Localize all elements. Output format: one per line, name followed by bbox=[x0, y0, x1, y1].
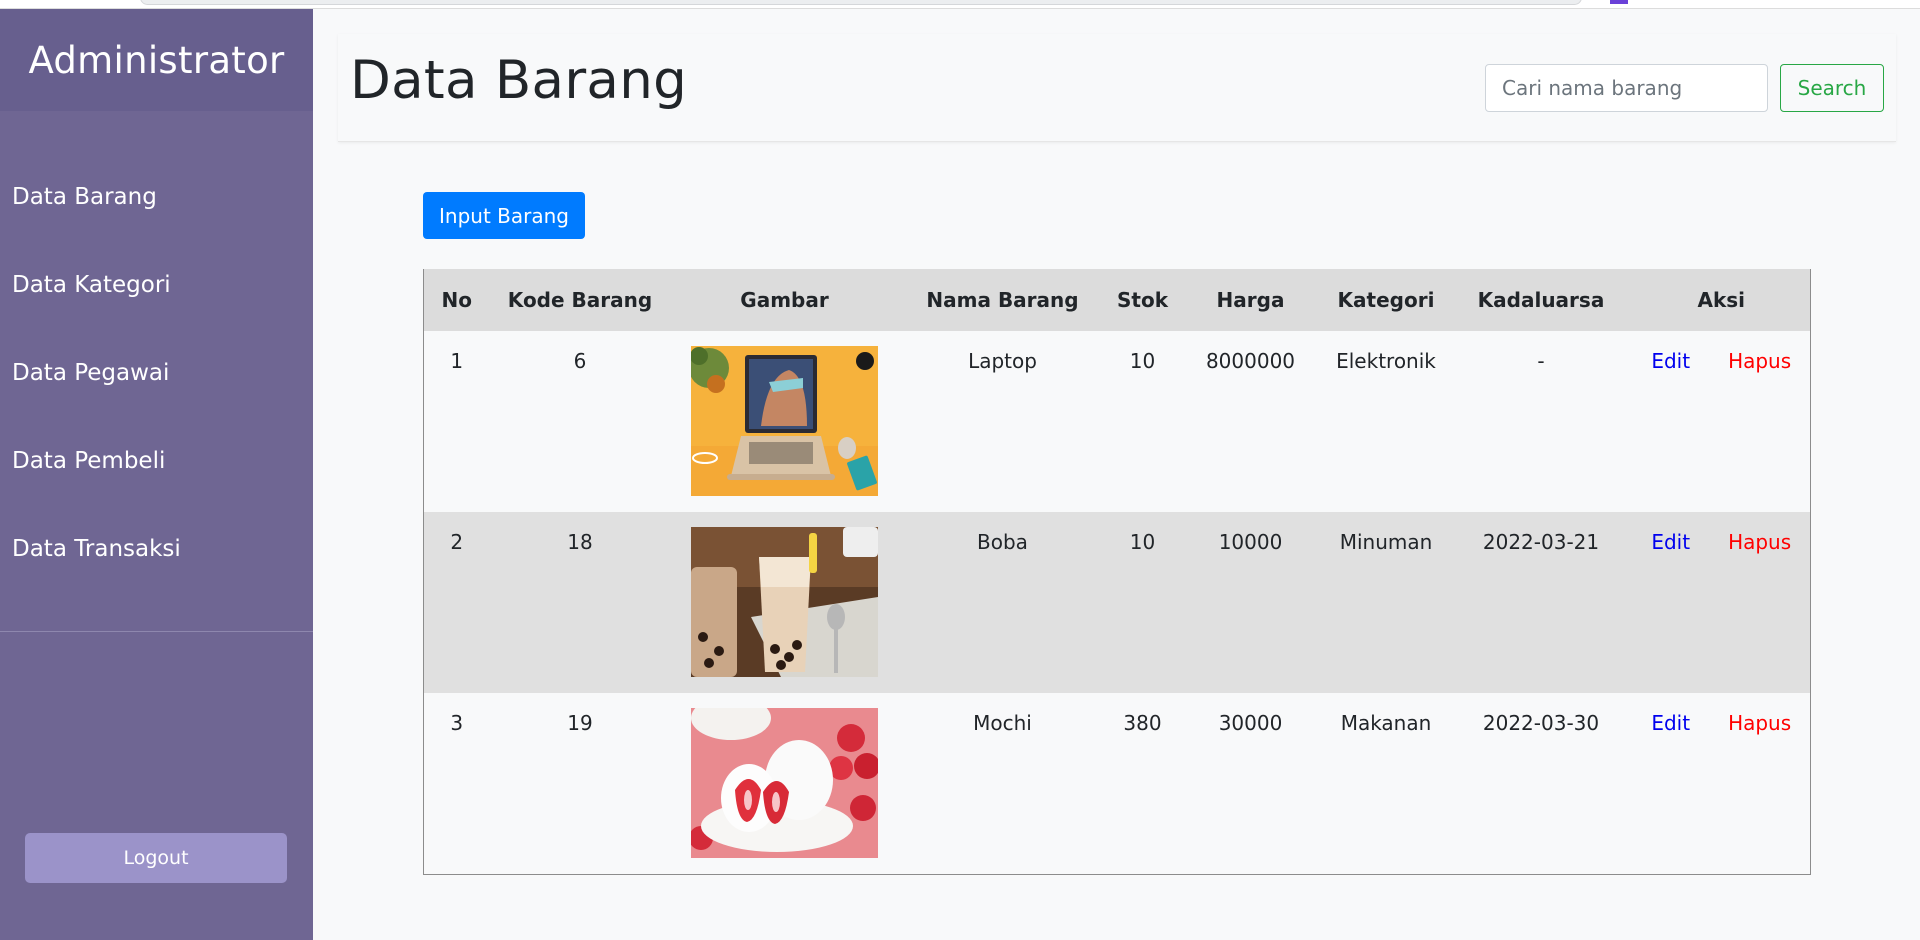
column-header-kadaluarsa: Kadaluarsa bbox=[1449, 269, 1633, 331]
cell-aksi: Edit Hapus bbox=[1632, 331, 1811, 512]
sidebar-item-data-pembeli[interactable]: Data Pembeli bbox=[0, 417, 313, 505]
table-row: 1 6 Laptop 10 8000000 Elektronik - Edit … bbox=[423, 331, 1811, 512]
cell-kategori: Elektronik bbox=[1322, 331, 1450, 512]
sidebar: Administrator Data Barang Data Kategori … bbox=[0, 9, 313, 940]
brand-title: Administrator bbox=[28, 38, 285, 82]
column-header-gambar: Gambar bbox=[670, 269, 899, 331]
data-barang-table: No Kode Barang Gambar Nama Barang Stok H… bbox=[423, 269, 1811, 875]
address-bar[interactable] bbox=[140, 0, 1582, 5]
cell-kadaluarsa: - bbox=[1449, 331, 1633, 512]
cell-kategori: Makanan bbox=[1322, 693, 1450, 874]
extension-icon[interactable] bbox=[1610, 0, 1628, 4]
table-row: 2 18 Boba 10 10000 Minuman 2022-03-21 Ed… bbox=[423, 512, 1811, 693]
cell-kadaluarsa: 2022-03-30 bbox=[1449, 693, 1633, 874]
edit-link[interactable]: Edit bbox=[1651, 349, 1690, 373]
sidebar-item-data-kategori[interactable]: Data Kategori bbox=[0, 241, 313, 329]
cell-nama: Boba bbox=[898, 512, 1107, 693]
column-header-aksi: Aksi bbox=[1632, 269, 1811, 331]
sidebar-divider bbox=[0, 631, 313, 632]
cell-kadaluarsa: 2022-03-21 bbox=[1449, 512, 1633, 693]
sidebar-item-data-barang[interactable]: Data Barang bbox=[0, 153, 313, 241]
cell-harga: 10000 bbox=[1178, 512, 1323, 693]
hapus-link[interactable]: Hapus bbox=[1728, 530, 1791, 554]
cell-no: 3 bbox=[423, 693, 490, 874]
cell-kode: 19 bbox=[489, 693, 671, 874]
edit-link[interactable]: Edit bbox=[1651, 530, 1690, 554]
boba-image bbox=[691, 527, 878, 677]
page-header: Data Barang Search bbox=[338, 34, 1896, 142]
input-barang-button[interactable]: Input Barang bbox=[423, 192, 585, 239]
column-header-kategori: Kategori bbox=[1322, 269, 1450, 331]
cell-stok: 10 bbox=[1106, 331, 1179, 512]
page-title: Data Barang bbox=[350, 50, 688, 111]
cell-aksi: Edit Hapus bbox=[1632, 693, 1811, 874]
logout-button[interactable]: Logout bbox=[25, 833, 287, 883]
column-header-nama-barang: Nama Barang bbox=[898, 269, 1107, 331]
cell-gambar bbox=[670, 512, 899, 693]
laptop-image bbox=[691, 346, 878, 496]
cell-kode: 6 bbox=[489, 331, 671, 512]
cell-aksi: Edit Hapus bbox=[1632, 512, 1811, 693]
table-header-row: No Kode Barang Gambar Nama Barang Stok H… bbox=[423, 269, 1811, 331]
sidebar-item-data-transaksi[interactable]: Data Transaksi bbox=[0, 505, 313, 593]
column-header-kode-barang: Kode Barang bbox=[489, 269, 671, 331]
table-row: 3 19 Mochi 380 30000 Makanan 2022-03-30 … bbox=[423, 693, 1811, 874]
sidebar-nav: Data Barang Data Kategori Data Pegawai D… bbox=[0, 153, 313, 593]
hapus-link[interactable]: Hapus bbox=[1728, 711, 1791, 735]
cell-gambar bbox=[670, 693, 899, 874]
sidebar-item-data-pegawai[interactable]: Data Pegawai bbox=[0, 329, 313, 417]
mochi-image bbox=[691, 708, 878, 858]
cell-kode: 18 bbox=[489, 512, 671, 693]
cell-nama: Laptop bbox=[898, 331, 1107, 512]
column-header-no: No bbox=[423, 269, 490, 331]
cell-kategori: Minuman bbox=[1322, 512, 1450, 693]
cell-nama: Mochi bbox=[898, 693, 1107, 874]
search-input[interactable] bbox=[1485, 64, 1768, 112]
browser-chrome-strip bbox=[0, 0, 1920, 9]
cell-harga: 8000000 bbox=[1178, 331, 1323, 512]
sidebar-brand: Administrator bbox=[0, 9, 313, 111]
hapus-link[interactable]: Hapus bbox=[1728, 349, 1791, 373]
cell-gambar bbox=[670, 331, 899, 512]
cell-no: 1 bbox=[423, 331, 490, 512]
column-header-harga: Harga bbox=[1178, 269, 1323, 331]
cell-harga: 30000 bbox=[1178, 693, 1323, 874]
edit-link[interactable]: Edit bbox=[1651, 711, 1690, 735]
cell-stok: 10 bbox=[1106, 512, 1179, 693]
column-header-stok: Stok bbox=[1106, 269, 1179, 331]
cell-stok: 380 bbox=[1106, 693, 1179, 874]
cell-no: 2 bbox=[423, 512, 490, 693]
search-button[interactable]: Search bbox=[1780, 64, 1884, 112]
